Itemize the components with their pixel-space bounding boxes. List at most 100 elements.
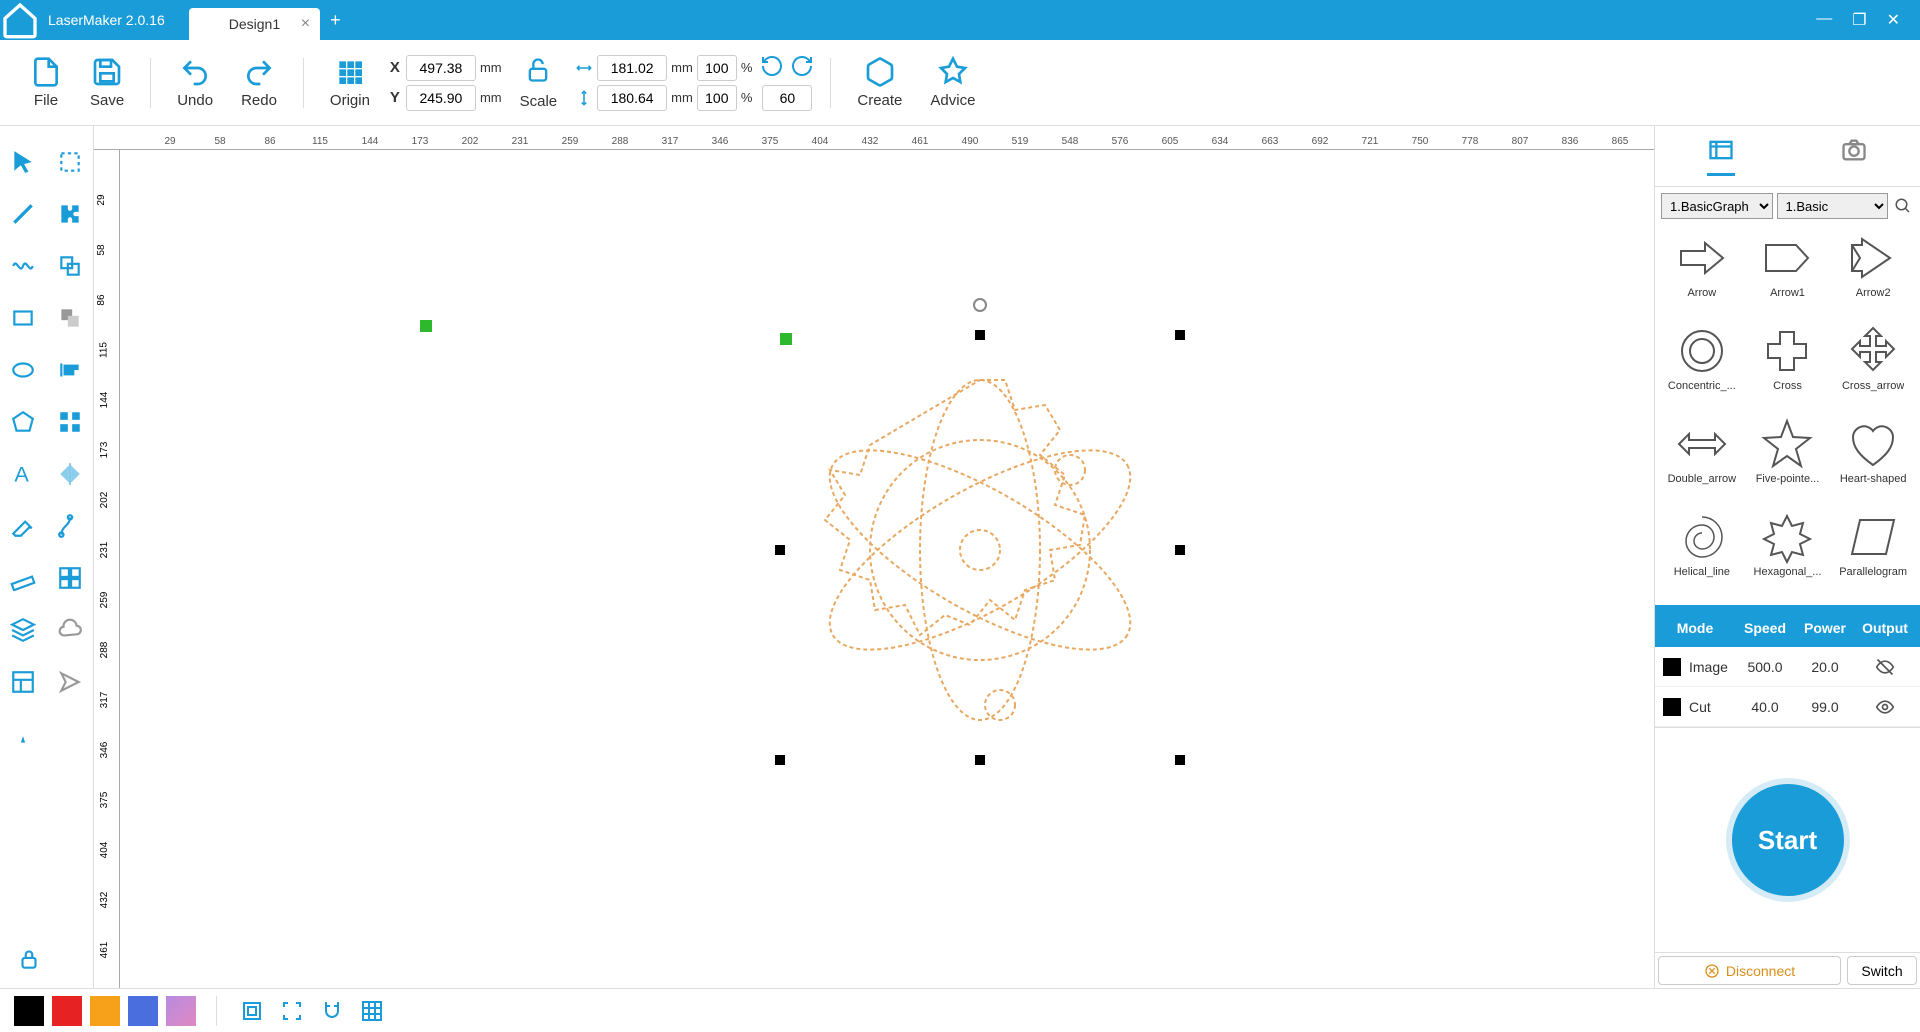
layer-row[interactable]: Cut40.099.0	[1655, 687, 1920, 727]
camera-tab-icon[interactable]	[1840, 136, 1868, 176]
fit-icon[interactable]	[237, 996, 267, 1026]
rotate-input[interactable]	[762, 85, 812, 111]
shape-arrow1[interactable]: Arrow1	[1747, 231, 1829, 320]
shape-cross[interactable]: Cross	[1747, 324, 1829, 413]
scale-button[interactable]: Scale	[510, 56, 568, 110]
category-select[interactable]: 1.BasicGraph	[1661, 193, 1773, 219]
line-tool[interactable]	[4, 195, 42, 233]
y-input[interactable]	[406, 85, 476, 111]
selection-handle-s[interactable]	[975, 755, 985, 765]
maximize-icon[interactable]: ❐	[1852, 10, 1866, 30]
library-tab-icon[interactable]	[1707, 136, 1735, 176]
eraser-tool[interactable]	[4, 507, 42, 545]
tab-design1[interactable]: Design1 ×	[189, 8, 320, 40]
selection-handle-sw[interactable]	[775, 755, 785, 765]
mirror-tool[interactable]	[51, 455, 89, 493]
width-icon	[575, 59, 593, 77]
canvas-area[interactable]: mm 2958861151441732022312592883173463754…	[94, 126, 1654, 988]
x-input[interactable]	[406, 55, 476, 81]
layer-row[interactable]: Image500.020.0	[1655, 647, 1920, 687]
rect-tool[interactable]	[4, 299, 42, 337]
array-tool[interactable]	[51, 559, 89, 597]
shape-heart-shaped[interactable]: Heart-shaped	[1832, 417, 1914, 506]
shape-tool[interactable]	[51, 247, 89, 285]
undo-button[interactable]: Undo	[167, 56, 223, 109]
rotate-handle[interactable]	[973, 298, 987, 312]
anchor-point[interactable]	[420, 320, 432, 332]
color-swatch[interactable]	[128, 996, 158, 1026]
cloud-tool[interactable]	[51, 611, 89, 649]
close-icon[interactable]: ×	[301, 15, 310, 33]
search-icon[interactable]	[1892, 195, 1914, 217]
x-label: X	[388, 59, 402, 76]
disconnect-button[interactable]: Disconnect	[1658, 956, 1841, 985]
ellipse-tool[interactable]	[4, 351, 42, 389]
ruler-tool[interactable]	[4, 559, 42, 597]
selection-handle-n[interactable]	[975, 330, 985, 340]
zoom-icon[interactable]	[277, 996, 307, 1026]
rotate-cw-icon[interactable]	[790, 54, 814, 83]
tab-label: Design1	[229, 16, 280, 32]
trace-tool[interactable]	[51, 507, 89, 545]
home-icon[interactable]	[0, 0, 40, 40]
puzzle-tool[interactable]	[51, 195, 89, 233]
magnet-icon[interactable]	[317, 996, 347, 1026]
lock-toolbar-icon[interactable]	[10, 940, 48, 978]
shape-hexagonal_...[interactable]: Hexagonal_...	[1747, 510, 1829, 599]
color-swatch[interactable]	[52, 996, 82, 1026]
selection-handle-e[interactable]	[1175, 545, 1185, 555]
layout-tool[interactable]	[4, 663, 42, 701]
text-tool[interactable]: A	[4, 455, 42, 493]
laser-tool[interactable]	[4, 715, 42, 753]
shape-double_arrow[interactable]: Double_arrow	[1661, 417, 1743, 506]
polygon-tool[interactable]	[4, 403, 42, 441]
shape-arrow2[interactable]: Arrow2	[1832, 231, 1914, 320]
color-swatch[interactable]	[90, 996, 120, 1026]
file-button[interactable]: File	[20, 56, 72, 109]
origin-button[interactable]: Origin	[320, 56, 380, 109]
combine-tool[interactable]	[51, 299, 89, 337]
grid-toggle-icon[interactable]	[357, 996, 387, 1026]
grid-tool[interactable]	[51, 403, 89, 441]
subcategory-select[interactable]: 1.Basic	[1777, 193, 1889, 219]
align-tool[interactable]	[51, 351, 89, 389]
curve-tool[interactable]	[4, 247, 42, 285]
start-button[interactable]: Start	[1726, 778, 1850, 902]
shape-arrow[interactable]: Arrow	[1661, 231, 1743, 320]
save-button[interactable]: Save	[80, 56, 134, 109]
selection-handle-w[interactable]	[775, 545, 785, 555]
switch-button[interactable]: Switch	[1847, 956, 1917, 985]
shape-five-pointe...[interactable]: Five-pointe...	[1747, 417, 1829, 506]
color-swatch[interactable]	[166, 996, 196, 1026]
close-window-icon[interactable]: ✕	[1887, 10, 1900, 30]
shape-concentric_...[interactable]: Concentric_...	[1661, 324, 1743, 413]
shape-parallelogram[interactable]: Parallelogram	[1832, 510, 1914, 599]
redo-button[interactable]: Redo	[231, 56, 287, 109]
selection-handle-ne[interactable]	[1175, 330, 1185, 340]
select-tool[interactable]	[4, 143, 42, 181]
height-pct-input[interactable]	[697, 85, 737, 111]
advice-button[interactable]: Advice	[920, 56, 985, 109]
advice-label: Advice	[930, 92, 975, 109]
height-input[interactable]	[597, 85, 667, 111]
rotate-ccw-icon[interactable]	[760, 54, 784, 83]
visibility-icon[interactable]	[1855, 657, 1915, 677]
canvas-inner[interactable]	[120, 150, 1654, 988]
width-pct-input[interactable]	[697, 55, 737, 81]
minimize-icon[interactable]: —	[1816, 10, 1832, 30]
width-input[interactable]	[597, 55, 667, 81]
send-tool[interactable]	[51, 663, 89, 701]
redo-label: Redo	[241, 92, 277, 109]
selection-handle-se[interactable]	[1175, 755, 1185, 765]
layers-header: Mode Speed Power Output	[1655, 609, 1920, 647]
unlock-icon	[524, 56, 552, 89]
visibility-icon[interactable]	[1855, 697, 1915, 717]
add-tab-button[interactable]: +	[320, 10, 351, 31]
create-button[interactable]: Create	[847, 56, 912, 109]
color-swatch[interactable]	[14, 996, 44, 1026]
layers-tool[interactable]	[4, 611, 42, 649]
design-object[interactable]	[770, 340, 1190, 760]
shape-cross_arrow[interactable]: Cross_arrow	[1832, 324, 1914, 413]
shape-helical_line[interactable]: Helical_line	[1661, 510, 1743, 599]
marquee-tool[interactable]	[51, 143, 89, 181]
